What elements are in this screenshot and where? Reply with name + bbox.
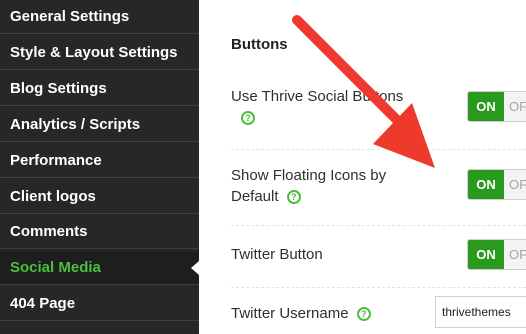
setting-label-text: Twitter Username (231, 305, 349, 322)
setting-label: Twitter Button (231, 246, 323, 263)
toggle-on-option[interactable]: ON (468, 240, 504, 269)
setting-row-thrive-social: Use Thrive Social Buttons ? ON OFF (231, 80, 526, 150)
section-title: Buttons (231, 36, 288, 53)
sidebar-item-analytics-scripts[interactable]: Analytics / Scripts (0, 108, 199, 142)
thrive-social-toggle[interactable]: ON OFF (467, 91, 526, 122)
sidebar-item-style-layout-settings[interactable]: Style & Layout Settings (0, 36, 199, 70)
help-circle-icon[interactable]: ? (241, 111, 255, 126)
setting-row-twitter-button: Twitter Button ON OFF (231, 226, 526, 288)
setting-label-text: Use Thrive Social Buttons (231, 88, 404, 105)
sidebar-item-blog-settings[interactable]: Blog Settings (0, 72, 199, 106)
twitter-button-toggle[interactable]: ON OFF (467, 239, 526, 270)
settings-panel: Buttons Use Thrive Social Buttons ? ON O… (199, 0, 526, 334)
settings-sidebar: General Settings Style & Layout Settings… (0, 0, 199, 334)
setting-label-text: Show Floating Icons by (231, 167, 387, 184)
setting-row-floating-icons: Show Floating Icons by Default ? ON OFF (231, 150, 526, 226)
toggle-off-option[interactable]: OFF (504, 92, 526, 121)
toggle-on-option[interactable]: ON (468, 92, 504, 121)
sidebar-item-404-page[interactable]: 404 Page (0, 287, 199, 321)
setting-label-text: Default (231, 188, 279, 205)
toggle-off-option[interactable]: OFF (504, 170, 526, 199)
sidebar-item-client-logos[interactable]: Client logos (0, 180, 199, 214)
sidebar-item-comments[interactable]: Comments (0, 215, 199, 249)
help-circle-icon[interactable]: ? (356, 307, 371, 322)
sidebar-item-social-media[interactable]: Social Media (0, 251, 199, 285)
toggle-on-option[interactable]: ON (468, 170, 504, 199)
setting-label: Use Thrive Social Buttons ? (231, 86, 403, 128)
setting-label: Show Floating Icons by Default ? (231, 165, 386, 207)
twitter-username-input[interactable] (435, 296, 526, 328)
setting-label: Twitter Username ? (231, 303, 371, 324)
toggle-off-option[interactable]: OFF (504, 240, 526, 269)
floating-icons-toggle[interactable]: ON OFF (467, 169, 526, 200)
sidebar-item-general-settings[interactable]: General Settings (0, 0, 199, 34)
help-circle-icon[interactable]: ? (286, 190, 301, 205)
sidebar-item-performance[interactable]: Performance (0, 144, 199, 178)
